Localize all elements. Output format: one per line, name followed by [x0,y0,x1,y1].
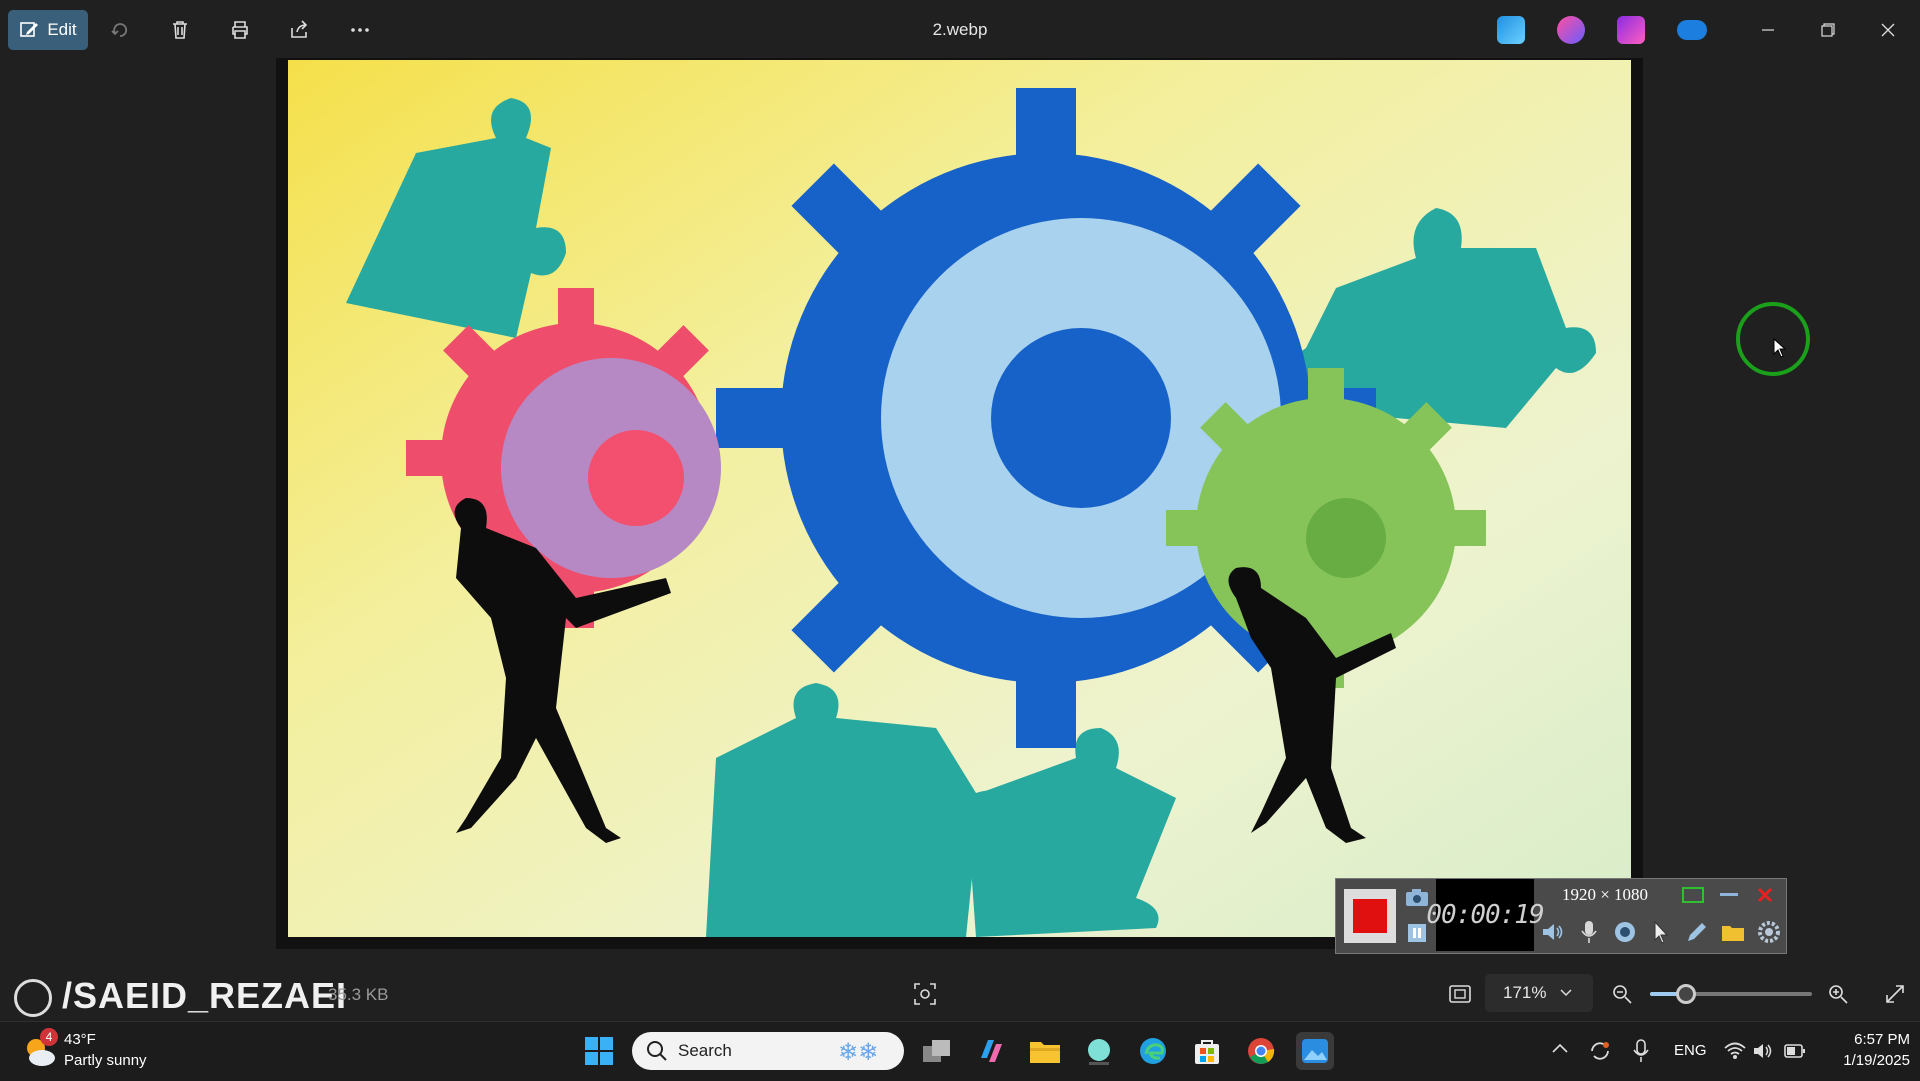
close-icon [1757,887,1773,903]
title-bar: Edit 2.webp [0,0,1920,60]
folder-icon [1030,1042,1060,1063]
record-stop-icon [1353,899,1387,933]
file-explorer-button[interactable] [1026,1032,1064,1070]
mouse-cursor-icon [1773,338,1787,358]
film-reel-icon [14,979,52,1017]
microphone-icon[interactable] [1576,919,1602,945]
clock-date[interactable]: 1/19/2025 [1810,1052,1910,1069]
zoom-value: 171% [1503,983,1547,1002]
task-view-icon [923,1040,950,1062]
photos-button[interactable] [1296,1032,1334,1070]
copilot-icon [981,1040,1002,1062]
camera-icon [1406,889,1428,906]
speaker-icon[interactable] [1540,919,1566,945]
pause-icon [1408,924,1426,942]
restore-icon [1821,23,1835,37]
chevron-up-icon[interactable] [1552,1042,1568,1054]
sync-icon[interactable] [1588,1039,1612,1063]
edge-button[interactable] [1134,1032,1172,1070]
zoom-out-icon [1613,985,1632,1004]
snowflake-icon: ❄❄ [838,1038,878,1066]
webcam-icon[interactable] [1612,919,1638,945]
windows-logo-icon [585,1037,613,1065]
zoom-dropdown[interactable]: 171% [1485,974,1593,1012]
expand-icon [1886,985,1904,1003]
folder-icon[interactable] [1720,919,1746,945]
designer-icon[interactable] [1557,16,1585,44]
app-button[interactable] [1080,1032,1118,1070]
start-button[interactable] [580,1032,618,1070]
wifi-icon[interactable] [1724,1041,1746,1061]
chrome-button[interactable] [1242,1032,1280,1070]
copilot-button[interactable] [972,1032,1010,1070]
svg-text:❄❄: ❄❄ [838,1038,878,1066]
fit-to-window-button[interactable] [1445,979,1475,1009]
clipchamp-icon[interactable] [1617,16,1645,44]
zoom-in-icon [1829,985,1848,1004]
clock-time[interactable]: 6:57 PM [1830,1031,1910,1048]
store-button[interactable] [1188,1032,1226,1070]
recorder-tools [1540,919,1782,945]
photo-editor-icon[interactable] [1497,16,1525,44]
store-icon [1195,1040,1219,1064]
record-resolution: 1920 × 1080 [1561,885,1649,904]
stop-record-button[interactable] [1344,889,1396,943]
battery-icon[interactable] [1784,1043,1806,1059]
fit-icon [1449,985,1471,1003]
minimize-icon [1762,29,1774,31]
minimize-icon [1720,893,1738,896]
record-timer: 00:00:19 [1426,879,1545,951]
watermark-text: /SAEID_REZAEI [62,975,348,1016]
recorder-minimize-button[interactable] [1716,884,1742,906]
restore-button[interactable] [1798,0,1858,60]
weather-widget[interactable]: 4 [22,1028,58,1070]
language-indicator[interactable]: ENG [1674,1042,1707,1059]
minimize-button[interactable] [1738,0,1798,60]
globe-app-icon [1088,1039,1110,1065]
search-icon [647,1041,667,1061]
image-canvas[interactable] [276,58,1643,949]
fullscreen-button[interactable] [1880,979,1910,1009]
scan-icon [914,983,936,1005]
taskbar-search-box[interactable]: Search ❄❄ [632,1032,904,1070]
visual-search-button[interactable] [910,979,940,1009]
zoom-out-button[interactable] [1607,979,1637,1009]
chevron-down-icon [1560,989,1573,997]
recorder-close-button[interactable] [1752,884,1778,906]
region-select-icon [1682,887,1704,903]
cursor-icon[interactable] [1648,919,1674,945]
zoom-slider[interactable] [1650,984,1812,1004]
edge-icon [1140,1038,1166,1064]
weather-desc: Partly sunny [64,1052,147,1069]
photos-icon [1302,1039,1328,1063]
region-button[interactable] [1680,884,1706,906]
zoom-in-button[interactable] [1823,979,1853,1009]
weather-temp: 43°F [64,1031,96,1048]
status-bar: /SAEID_REZAEI 35.3 KB 171% [0,967,1920,1023]
pen-icon[interactable] [1684,919,1710,945]
weather-badge: 4 [40,1028,58,1046]
taskbar: 4 43°F Partly sunny Search ❄❄ ENG 6:57 P… [0,1021,1920,1081]
zoom-slider-thumb[interactable] [1675,984,1696,1004]
screen-recorder-widget: 00:00:19 1920 × 1080 [1335,878,1787,954]
gears-puzzle-illustration [288,60,1631,937]
settings-gear-icon[interactable] [1756,919,1782,945]
close-button[interactable] [1858,0,1918,60]
search-placeholder: Search [678,1041,732,1060]
volume-icon[interactable] [1752,1041,1774,1061]
chrome-icon [1248,1038,1275,1064]
close-icon [1881,23,1895,37]
file-size: 35.3 KB [328,985,389,1004]
microphone-icon[interactable] [1632,1039,1650,1063]
task-view-button[interactable] [918,1032,956,1070]
onedrive-icon[interactable] [1677,20,1707,40]
